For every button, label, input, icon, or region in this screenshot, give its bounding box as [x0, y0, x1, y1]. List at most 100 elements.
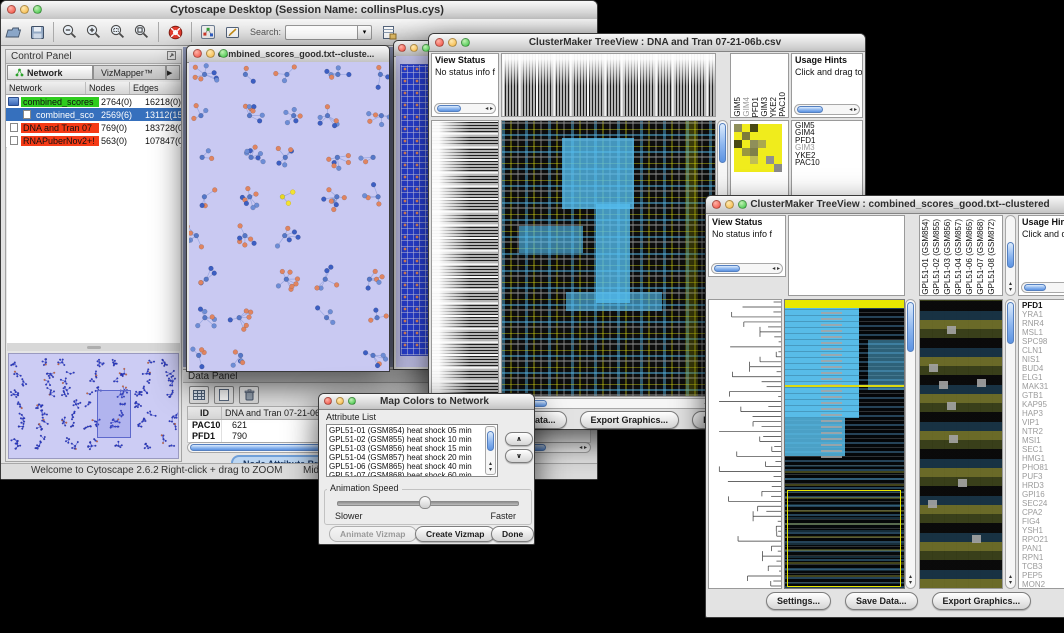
export-graphics-button[interactable]: Export Graphics... [932, 592, 1032, 610]
zoom-button[interactable] [33, 5, 42, 14]
tv2-labels-vscrollbar[interactable]: ▴▾ [1005, 215, 1016, 296]
gene-label[interactable]: TCB3 [1022, 562, 1064, 571]
animate-vizmap-button[interactable]: Animate Vizmap [329, 526, 417, 542]
column-label[interactable]: GPL51-07 (GSM868) [976, 219, 987, 295]
zoom-button[interactable] [461, 38, 470, 47]
minimize-button[interactable] [448, 38, 457, 47]
gene-label[interactable]: MON2 [1022, 580, 1064, 589]
export-graphics-button[interactable]: Export Graphics... [580, 411, 680, 429]
main-title-bar[interactable]: Cytoscape Desktop (Session Name: collins… [1, 1, 597, 20]
tv2-heatmap-vscrollbar[interactable]: ▴▾ [905, 299, 916, 589]
zoom-out-button[interactable] [58, 21, 82, 43]
gene-label[interactable]: CPA2 [1022, 508, 1064, 517]
panel-splitter[interactable] [7, 343, 180, 351]
close-button[interactable] [324, 397, 332, 405]
scrollbar-arrows[interactable]: ◂ ▸ [579, 445, 587, 451]
gene-label[interactable]: NIS1 [1022, 355, 1064, 364]
open-session-button[interactable] [1, 21, 25, 43]
scrollbar-arrows[interactable]: ▴▾ [906, 574, 915, 586]
scrollbar-thumb[interactable] [719, 123, 726, 163]
gene-label[interactable]: RPO21 [1022, 535, 1064, 544]
zoom-button[interactable] [422, 44, 430, 52]
column-header-network[interactable]: Network [6, 82, 86, 94]
gene-label[interactable]: PHO81 [1022, 463, 1064, 472]
column-label[interactable]: GIM5 [733, 97, 742, 117]
window-controls[interactable] [7, 5, 42, 14]
tab-network[interactable]: Network [7, 65, 93, 80]
save-session-button[interactable] [25, 21, 49, 43]
search-input[interactable] [285, 25, 357, 40]
gene-label[interactable]: BUD4 [1022, 364, 1064, 373]
tv1-hints-hscrollbar[interactable]: ◂ ▸ [794, 104, 860, 115]
settings-button[interactable]: Settings... [766, 592, 831, 610]
show-table-button[interactable] [189, 386, 209, 404]
close-button[interactable] [712, 200, 721, 209]
gene-label[interactable]: GTB1 [1022, 391, 1064, 400]
scrollbar-arrows[interactable]: ◂ ▸ [849, 107, 857, 113]
network-tree-row-combined-scores[interactable]: combined_scores2764(0)16218(0) [6, 95, 181, 108]
column-label[interactable]: GIM3 [760, 97, 769, 117]
gene-label[interactable]: PEP5 [1022, 571, 1064, 580]
close-button[interactable] [398, 44, 406, 52]
column-label[interactable]: GPL51-01 (GSM854) [921, 219, 932, 295]
tv1-column-dendrogram[interactable] [501, 53, 716, 117]
gene-label[interactable]: YKE2 [795, 152, 862, 159]
gene-label[interactable]: PFD1 [1022, 301, 1064, 310]
gene-label[interactable]: YRA1 [1022, 310, 1064, 319]
zoom-button[interactable] [348, 397, 356, 405]
tv1-heatmap[interactable] [501, 120, 716, 397]
heatmap-selection-rect[interactable] [787, 490, 901, 587]
gene-label[interactable]: SEC24 [1022, 499, 1064, 508]
animation-speed-slider-thumb[interactable] [419, 496, 431, 509]
column-label[interactable]: YKE2 [769, 97, 778, 117]
gene-label[interactable]: GPI16 [1022, 490, 1064, 499]
gene-label[interactable]: YSH1 [1022, 526, 1064, 535]
tv2-column-labels-panel[interactable]: GPL51-01 (GSM854)GPL51-02 (GSM855) GPL51-… [919, 215, 1003, 296]
column-label[interactable]: GPL51-04 (GSM857) [954, 219, 965, 295]
attribute-item[interactable]: GPL51-02 (GSM855) heat shock 10 min [329, 435, 497, 444]
minimize-button[interactable] [20, 5, 29, 14]
scrollbar-thumb[interactable] [1007, 242, 1014, 268]
network-tree-row-dna-and-tran-07[interactable]: DNA and Tran 07769(0)183728(0) [6, 121, 181, 134]
scrollbar-thumb[interactable] [1024, 284, 1046, 291]
gene-label[interactable]: HAP3 [1022, 409, 1064, 418]
gene-label[interactable]: SEC1 [1022, 445, 1064, 454]
gene-label[interactable]: CLN1 [1022, 346, 1064, 355]
scrollbar-arrows[interactable]: ▴▾ [1006, 574, 1015, 586]
annotation-button[interactable] [220, 21, 244, 43]
gene-label[interactable]: GIM4 [795, 129, 862, 136]
scrollbar-arrows[interactable]: ◂ ▸ [772, 266, 780, 272]
close-button[interactable] [193, 49, 202, 58]
gene-label[interactable]: KAP95 [1022, 400, 1064, 409]
attribute-list-box[interactable]: GPL51-01 (GSM854) heat shock 05 minGPL51… [326, 424, 498, 477]
close-button[interactable] [435, 38, 444, 47]
gene-label[interactable]: MAK31 [1022, 382, 1064, 391]
move-attribute-up-button[interactable]: ∧ [505, 432, 533, 446]
column-label[interactable]: GPL51-08 (GSM872) [987, 219, 998, 295]
scrollbar-thumb[interactable] [437, 105, 461, 112]
attribute-item[interactable]: GPL51-06 (GSM865) heat shock 40 min [329, 462, 497, 471]
scrollbar-thumb[interactable] [907, 302, 914, 352]
column-label[interactable]: GPL51-02 (GSM855) [932, 219, 943, 295]
attribute-item[interactable]: GPL51-07 (GSM868) heat shock 60 min [329, 471, 497, 477]
birdseye-view[interactable] [8, 353, 179, 459]
gene-label[interactable]: GIM3 [795, 144, 862, 151]
gene-label[interactable]: PAN1 [1022, 544, 1064, 553]
float-panel-icon[interactable] [167, 51, 176, 63]
scrollbar-thumb[interactable] [1007, 302, 1014, 344]
attribute-item[interactable]: GPL51-04 (GSM857) heat shock 20 min [329, 453, 497, 462]
tv1-column-labels-panel[interactable]: GIM5GIM4PFD1GIM3YKE2PAC10 [730, 53, 789, 118]
minimize-button[interactable] [725, 200, 734, 209]
tab-vizmapper[interactable]: VizMapper™ [93, 65, 166, 80]
vizmapper-button[interactable] [196, 21, 220, 43]
attribute-item[interactable]: GPL51-03 (GSM856) heat shock 15 min [329, 444, 497, 453]
tv2-hints-hscrollbar[interactable]: ◂ ▸ [1021, 282, 1064, 293]
tab-overflow-button[interactable]: ▶ [166, 65, 180, 80]
tv1-title-bar[interactable]: ClusterMaker TreeView : DNA and Tran 07-… [429, 34, 865, 52]
help-button[interactable] [163, 21, 187, 43]
zoom-selected-button[interactable] [106, 21, 130, 43]
gene-label[interactable]: ELG1 [1022, 373, 1064, 382]
gene-label[interactable]: SPC98 [1022, 337, 1064, 346]
network-window-title-bar[interactable]: combined_scores_good.txt--cluste... [187, 46, 389, 63]
column-header-id[interactable]: ID [188, 407, 222, 419]
